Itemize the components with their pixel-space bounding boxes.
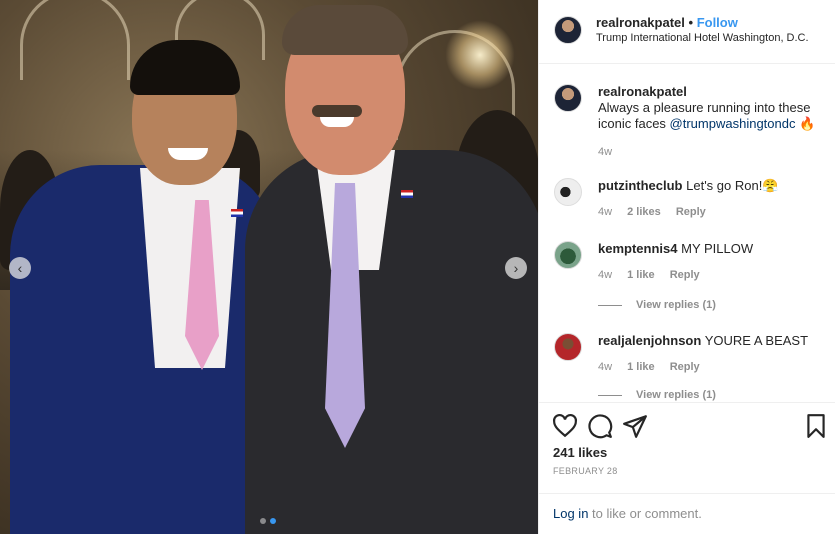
tennis-avatar[interactable] [554, 241, 582, 269]
view-replies-button[interactable]: View replies (1) [598, 389, 716, 401]
background-arch [20, 0, 130, 80]
carousel-prev-button[interactable]: ‹ [9, 257, 31, 279]
eagle-avatar[interactable] [554, 178, 582, 206]
heart-icon[interactable] [552, 413, 578, 439]
bookmark-icon[interactable] [803, 413, 829, 439]
jalen-avatar[interactable] [554, 333, 582, 361]
chevron-right-icon: › [513, 260, 519, 276]
comment-time[interactable]: 4w [598, 269, 612, 281]
comment-body: YOURE A BEAST [704, 333, 809, 348]
share-icon[interactable] [622, 413, 648, 439]
person-right-mustache [312, 105, 362, 117]
login-prompt: Log in to like or comment. [539, 493, 835, 533]
caption-time[interactable]: 4w [598, 146, 612, 158]
post-date[interactable]: FEBRUARY 28 [553, 466, 618, 476]
person-right-suit [245, 150, 538, 534]
comment-icon[interactable] [587, 413, 613, 439]
carousel-dot[interactable] [260, 518, 266, 524]
comment-body: Let's go Ron!😤 [686, 178, 779, 193]
comment-meta: 4w 1 like Reply [598, 361, 712, 373]
post-photo: ‹ › [0, 0, 538, 534]
person-left-smile [168, 148, 208, 160]
comment-likes[interactable]: 2 likes [627, 206, 661, 218]
list-item: realjalenjohnson YOURE A BEAST 4w 1 like… [554, 333, 826, 401]
comment-meta: 4w 2 likes Reply [598, 206, 718, 218]
comment-likes[interactable]: 1 like [627, 269, 655, 281]
caption-item: realronakpatel Always a pleasure running… [554, 84, 826, 164]
reply-button[interactable]: Reply [670, 269, 700, 281]
person-right-hair [282, 5, 408, 55]
post-location[interactable]: Trump International Hotel Washington, D.… [596, 32, 809, 44]
caption-username[interactable]: realronakpatel [598, 84, 687, 99]
list-item: putzintheclub Let's go Ron!😤 4w 2 likes … [554, 178, 826, 226]
reply-button[interactable]: Reply [676, 206, 706, 218]
follow-button[interactable]: Follow [697, 15, 738, 30]
post-header: realronakpatel • Follow Trump Internatio… [539, 0, 835, 64]
comment-text: realjalenjohnson YOURE A BEAST [598, 333, 824, 349]
carousel-dot-active[interactable] [270, 518, 276, 524]
comment-username[interactable]: kemptennis4 [598, 241, 677, 256]
reply-button[interactable]: Reply [670, 361, 700, 373]
caption-text: realronakpatel Always a pleasure running… [598, 84, 824, 132]
post-side-panel: realronakpatel • Follow Trump Internatio… [538, 0, 835, 534]
comment-username[interactable]: realjalenjohnson [598, 333, 701, 348]
likes-count[interactable]: 241 likes [553, 445, 607, 460]
comment-text: putzintheclub Let's go Ron!😤 [598, 178, 824, 194]
post-actions: 241 likes FEBRUARY 28 Log in to like or … [539, 402, 835, 534]
fire-emoji-icon: 🔥 [799, 116, 816, 131]
carousel-next-button[interactable]: › [505, 257, 527, 279]
list-item: kemptennis4 MY PILLOW 4w 1 like Reply Vi… [554, 241, 826, 313]
avatar[interactable] [554, 84, 582, 112]
header-user-line: realronakpatel • Follow [596, 15, 738, 30]
view-replies-button[interactable]: View replies (1) [598, 299, 716, 311]
caption-mention[interactable]: @trumpwashingtondc [670, 116, 796, 131]
view-replies-label: View replies (1) [636, 299, 716, 311]
avatar[interactable] [554, 16, 582, 44]
comment-likes[interactable]: 1 like [627, 361, 655, 373]
comment-meta: 4w 1 like Reply [598, 269, 712, 281]
flag-pin-icon [401, 190, 413, 198]
comments-list[interactable]: realronakpatel Always a pleasure running… [539, 64, 835, 401]
comment-body: MY PILLOW [681, 241, 754, 256]
comment-username[interactable]: putzintheclub [598, 178, 683, 193]
chevron-left-icon: ‹ [17, 260, 23, 276]
caption-meta: 4w [598, 146, 624, 158]
header-username[interactable]: realronakpatel [596, 15, 685, 30]
chandelier-light [445, 20, 515, 90]
comment-text: kemptennis4 MY PILLOW [598, 241, 824, 257]
reply-divider [598, 304, 622, 306]
flag-pin-icon [231, 209, 243, 217]
header-separator: • [688, 15, 694, 30]
login-link[interactable]: Log in [553, 506, 588, 521]
person-right-smile [320, 117, 354, 127]
reply-divider [598, 394, 622, 396]
login-suffix: to like or comment. [588, 506, 702, 521]
comment-time[interactable]: 4w [598, 361, 612, 373]
carousel-indicator [260, 518, 276, 524]
view-replies-label: View replies (1) [636, 389, 716, 401]
comment-time[interactable]: 4w [598, 206, 612, 218]
